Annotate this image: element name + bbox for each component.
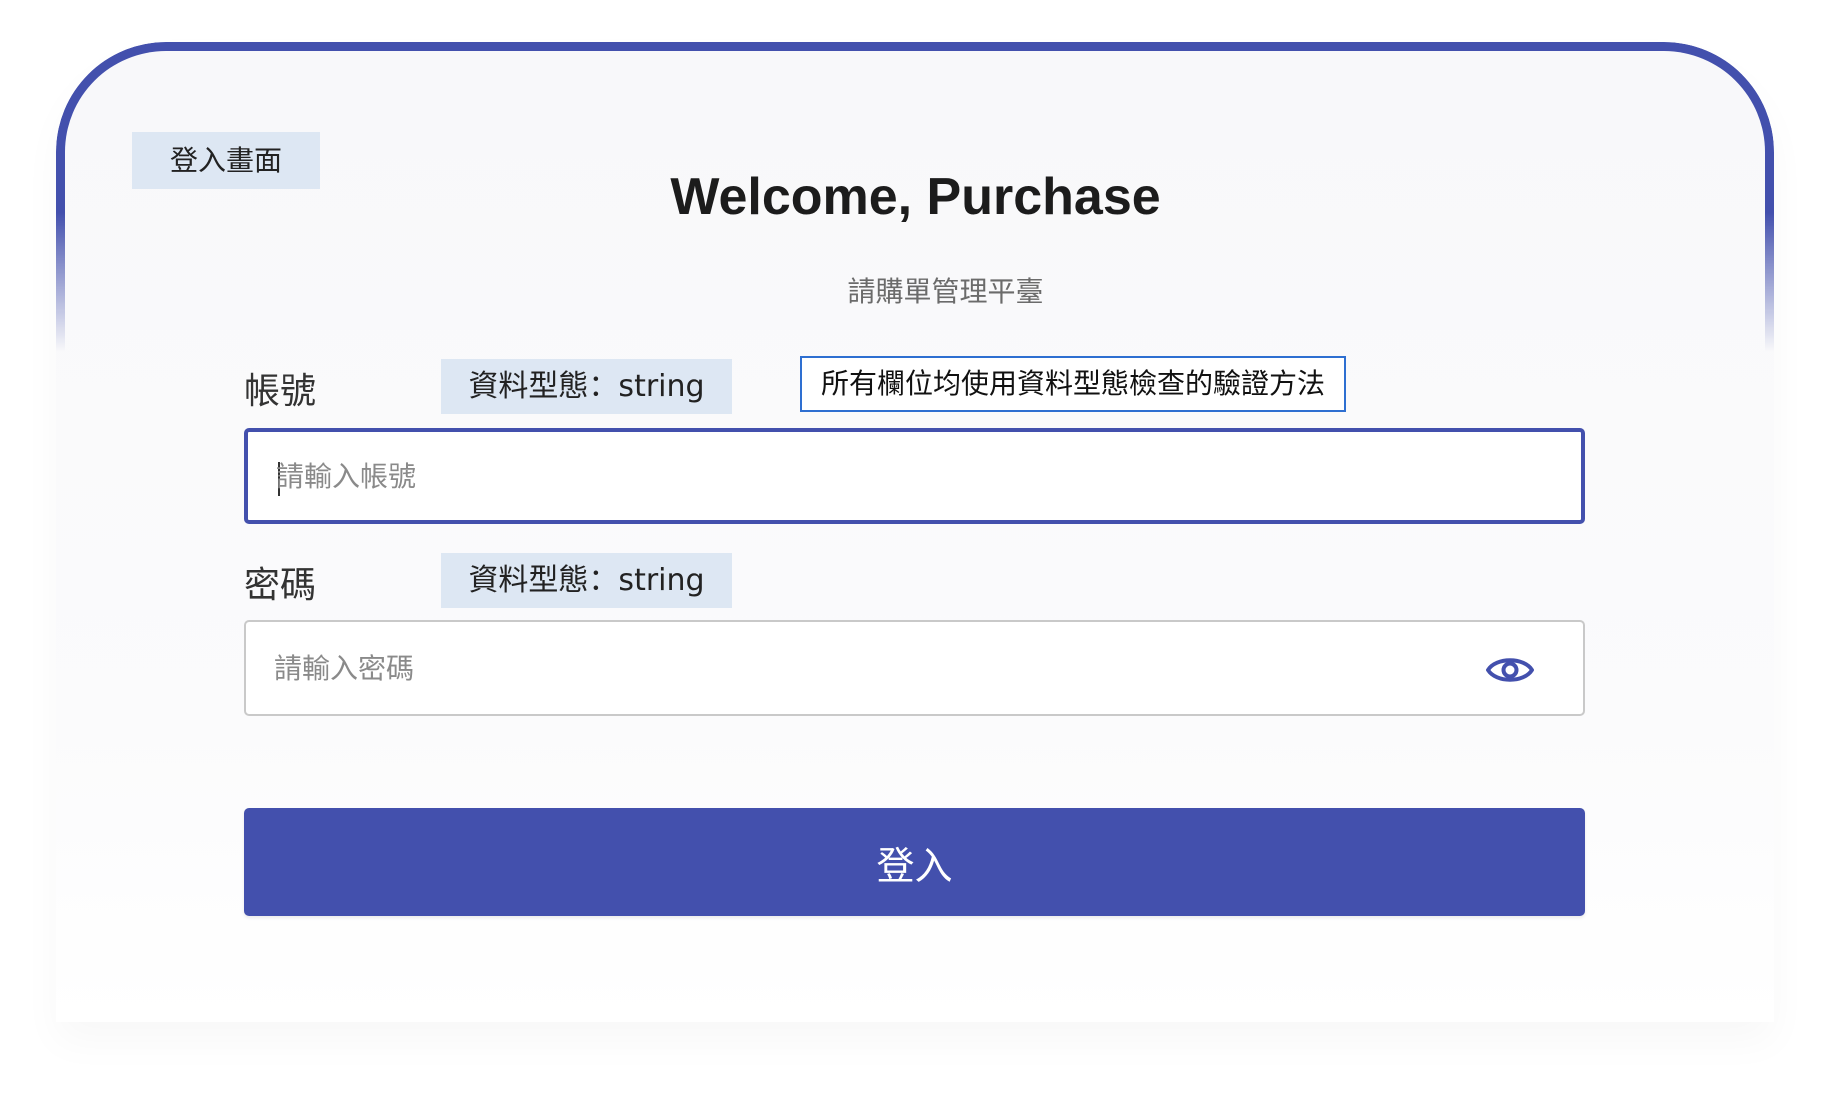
password-input[interactable] <box>274 622 1454 714</box>
account-input[interactable] <box>276 432 1456 520</box>
password-type-tag: 資料型態：string <box>441 553 732 608</box>
validation-note: 所有欄位均使用資料型態檢查的驗證方法 <box>800 356 1346 412</box>
screen-name-tag: 登入畫面 <box>132 132 320 189</box>
account-label: 帳號 <box>244 371 317 412</box>
password-field[interactable] <box>244 620 1585 716</box>
page-subtitle: 請購單管理平臺 <box>847 275 1044 308</box>
password-label: 密碼 <box>244 565 317 606</box>
account-type-tag: 資料型態：string <box>441 359 732 414</box>
login-button[interactable]: 登入 <box>244 808 1585 916</box>
page-title: Welcome, Purchase <box>670 168 1161 226</box>
account-field[interactable] <box>244 428 1585 524</box>
eye-icon[interactable] <box>1485 650 1535 690</box>
